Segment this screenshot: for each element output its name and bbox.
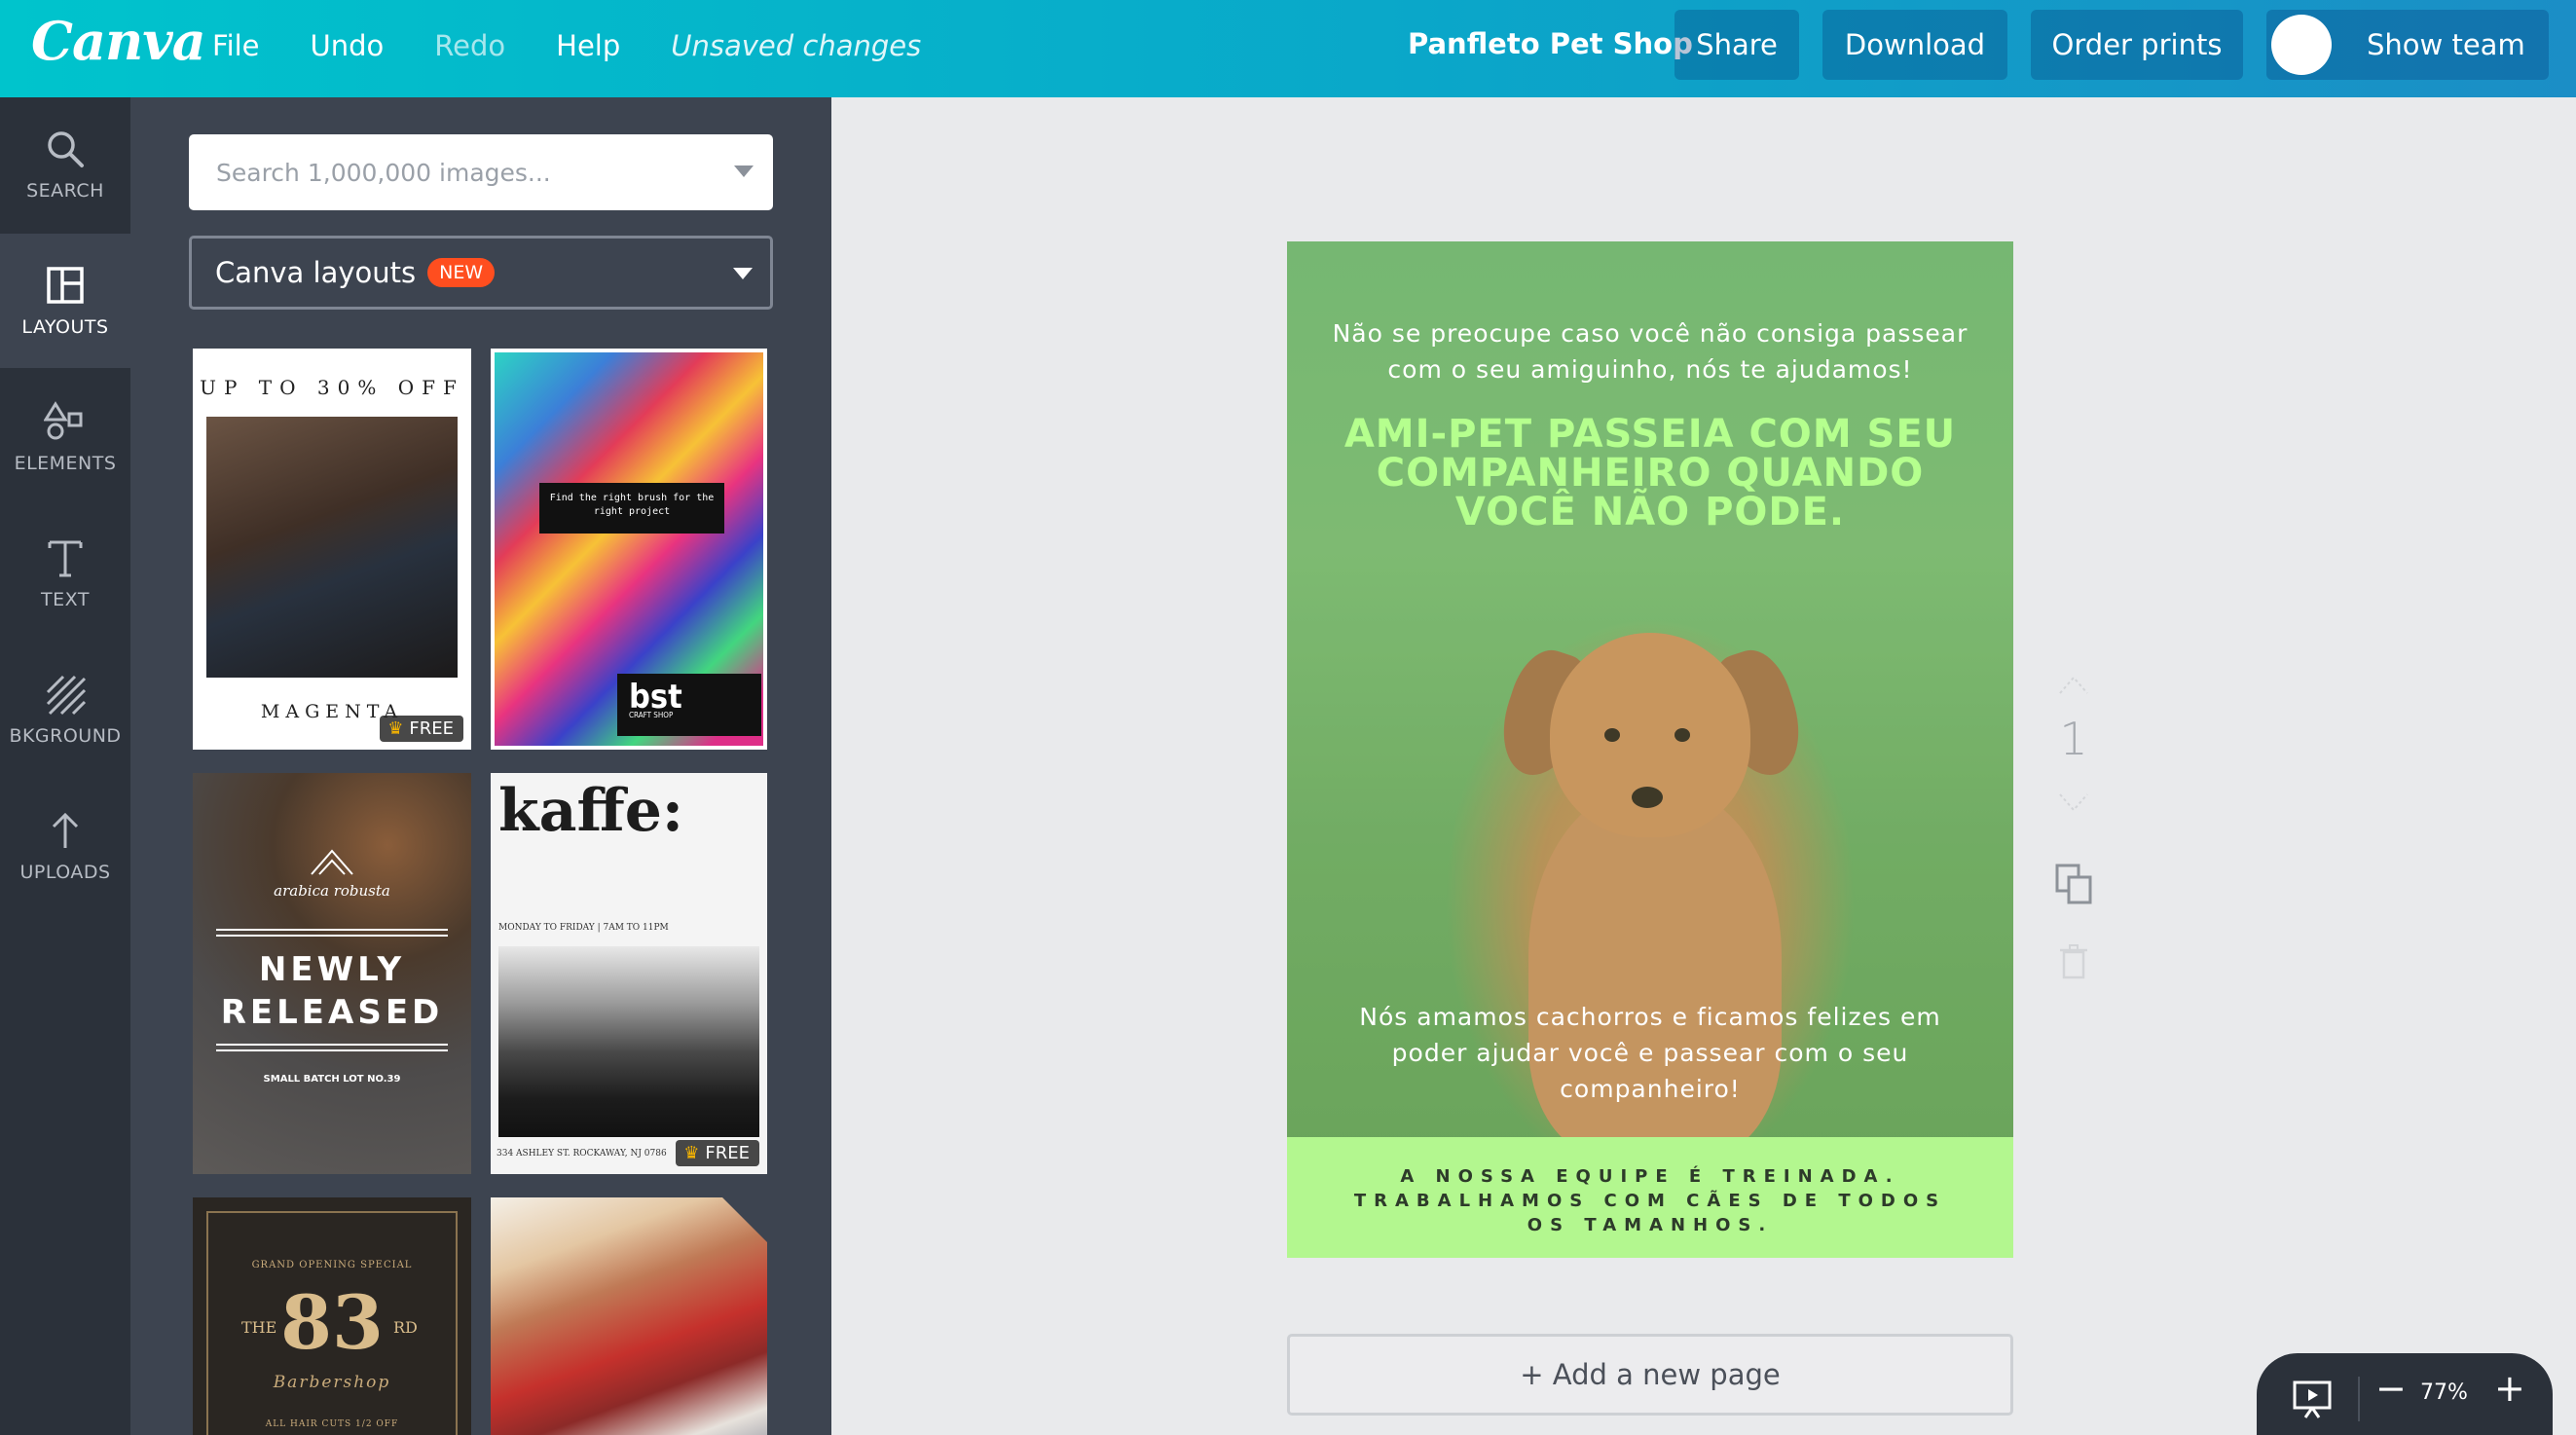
template-box-text: Find the right brush for the right proje…	[539, 483, 724, 534]
layout-select-label: Canva layouts	[215, 256, 417, 289]
template-address: 334 ASHLEY ST. ROCKAWAY, NJ 0786	[497, 1149, 667, 1159]
template-thumbnail-kaffe[interactable]: kaffe: MONDAY TO FRIDAY | 7AM TO 11PM 33…	[491, 773, 767, 1174]
design-page[interactable]: Não se preocupe caso você não consiga pa…	[1287, 241, 2013, 1258]
zoom-controls: − 77% +	[2257, 1353, 2553, 1435]
rail-label-uploads: UPLOADS	[19, 862, 111, 883]
search-icon	[48, 131, 84, 167]
rail-label-search: SEARCH	[26, 180, 104, 202]
move-page-down-icon[interactable]	[2056, 791, 2091, 816]
zoom-level[interactable]: 77%	[2420, 1380, 2468, 1405]
duplicate-page-icon[interactable]	[2054, 863, 2093, 905]
document-title[interactable]: Panfleto Pet Shop	[1408, 27, 1693, 60]
template-photo	[206, 417, 458, 678]
new-badge: NEW	[427, 258, 496, 287]
template-number: 83	[280, 1279, 384, 1366]
top-bar: Canva File Undo Redo Help Unsaved change…	[0, 0, 2576, 97]
menu-redo[interactable]: Redo	[434, 29, 505, 62]
menu-help[interactable]: Help	[556, 29, 620, 62]
divider	[2358, 1377, 2360, 1421]
layout-source-select[interactable]: Canva layouts NEW	[189, 236, 773, 310]
layouts-panel: Search 1,000,000 images... Canva layouts…	[130, 97, 831, 1435]
search-placeholder: Search 1,000,000 images...	[216, 158, 551, 187]
divider	[216, 1044, 448, 1046]
free-badge: ♛ FREE	[380, 716, 463, 742]
free-badge: ♛ FREE	[676, 1140, 759, 1166]
rail-item-search[interactable]: SEARCH	[0, 97, 130, 232]
menu-undo[interactable]: Undo	[311, 29, 385, 62]
delete-page-icon[interactable]	[2058, 944, 2089, 979]
move-page-up-icon[interactable]	[2056, 672, 2091, 697]
rail-item-uploads[interactable]: UPLOADS	[0, 779, 130, 913]
elements-icon	[44, 401, 83, 440]
rail-item-layouts[interactable]: LAYOUTS	[0, 234, 130, 368]
zoom-in-button[interactable]: +	[2494, 1367, 2525, 1410]
upload-icon	[52, 812, 79, 848]
add-new-page-button[interactable]: + Add a new page	[1287, 1334, 2013, 1416]
zoom-out-button[interactable]: −	[2375, 1367, 2407, 1410]
download-button[interactable]: Download	[1822, 10, 2007, 80]
template-logo-sub: CRAFT SHOP	[629, 711, 674, 719]
text-icon	[48, 540, 83, 577]
template-big-title: NEWLY RELEASED	[220, 950, 444, 1032]
rail-label-text: TEXT	[41, 589, 90, 610]
template-thumbnail-newly-released[interactable]: arabica robusta NEWLY RELEASED SMALL BAT…	[193, 773, 471, 1174]
team-avatar	[2271, 15, 2332, 75]
template-thumbnail-magenta[interactable]: UP TO 30% OFF MAGENTA ♛ FREE	[193, 349, 471, 750]
order-prints-button[interactable]: Order prints	[2031, 10, 2243, 80]
template-suffix: RD	[393, 1318, 418, 1337]
divider	[216, 935, 448, 937]
layouts-icon	[47, 267, 84, 304]
menu-file[interactable]: File	[212, 29, 260, 62]
unsaved-changes-label: Unsaved changes	[671, 29, 922, 62]
template-thumbnail-christmas[interactable]	[491, 1197, 767, 1435]
template-hours: MONDAY TO FRIDAY | 7AM TO 11PM	[498, 923, 669, 933]
template-offer: ALL HAIR CUTS 1/2 OFF	[265, 1419, 399, 1429]
rail-item-text[interactable]: TEXT	[0, 506, 130, 641]
image-search-input[interactable]: Search 1,000,000 images...	[189, 134, 773, 210]
template-headline: UP TO 30% OFF	[200, 376, 464, 399]
present-icon[interactable]	[2292, 1379, 2333, 1419]
design-footer-text[interactable]: A NOSSA EQUIPE É TREINADA. TRABALHAMOS C…	[1345, 1164, 1955, 1237]
rail-label-elements: ELEMENTS	[14, 453, 117, 474]
chevron-down-icon	[733, 268, 753, 279]
roof-icon	[311, 849, 353, 875]
template-title: kaffe:	[498, 777, 684, 845]
rail-label-layouts: LAYOUTS	[21, 316, 109, 338]
left-rail: SEARCH LAYOUTS ELEMENTS TEXT BKGROUND UP…	[0, 97, 130, 1435]
chevron-down-icon[interactable]	[734, 166, 754, 177]
rail-label-background: BKGROUND	[9, 725, 122, 747]
template-brand: arabica robusta	[274, 882, 390, 900]
background-icon	[46, 675, 87, 716]
template-thumbnail-barbershop[interactable]: GRAND OPENING SPECIAL THE 83 RD Barbersh…	[193, 1197, 471, 1435]
crown-icon: ♛	[387, 718, 404, 739]
divider	[216, 1049, 448, 1051]
design-intro-text[interactable]: Não se preocupe caso você não consiga pa…	[1326, 315, 1974, 387]
show-team-label: Show team	[2367, 28, 2525, 61]
template-photo	[498, 946, 759, 1137]
template-logo: bst CRAFT SHOP	[617, 674, 761, 736]
template-thumbnail-bst[interactable]: Find the right brush for the right proje…	[491, 349, 767, 750]
design-body-text[interactable]: Nós amamos cachorros e ficamos felizes e…	[1355, 999, 1945, 1107]
free-label: FREE	[409, 718, 454, 739]
template-name: Barbershop	[273, 1373, 391, 1392]
template-small-text: SMALL BATCH LOT NO.39	[263, 1074, 401, 1085]
share-button[interactable]: Share	[1674, 10, 1799, 80]
free-label: FREE	[705, 1143, 750, 1163]
page-number: 1	[2059, 713, 2088, 765]
design-headline[interactable]: AMI-PET PASSEIA COM SEU COMPANHEIRO QUAN…	[1326, 415, 1974, 532]
rail-item-background[interactable]: BKGROUND	[0, 643, 130, 777]
canva-logo[interactable]: Canva	[31, 10, 206, 72]
rail-item-elements[interactable]: ELEMENTS	[0, 370, 130, 504]
show-team-button[interactable]: Show team	[2266, 10, 2549, 80]
template-tagline: GRAND OPENING SPECIAL	[251, 1260, 413, 1270]
page-curl	[722, 1197, 767, 1242]
divider	[216, 929, 448, 931]
crown-icon: ♛	[683, 1143, 700, 1163]
top-menu: File Undo Redo Help Unsaved changes	[212, 29, 972, 62]
